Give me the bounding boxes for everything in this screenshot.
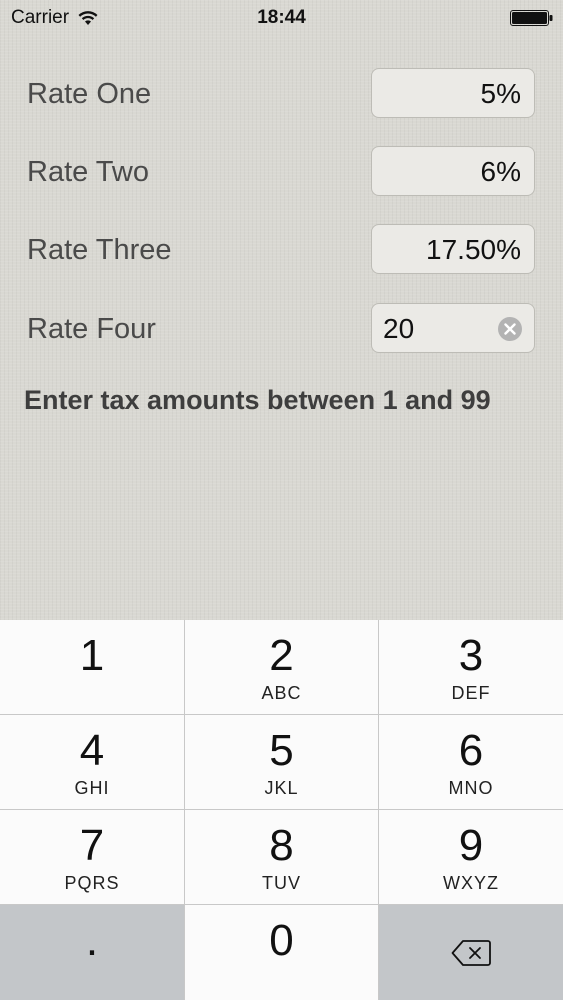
key-2-letters: ABC — [261, 683, 302, 703]
rate-two-field[interactable]: 6% — [371, 146, 535, 196]
clear-icon[interactable] — [498, 317, 522, 341]
key-0-digit: 0 — [269, 916, 294, 965]
rate-four-label: Rate Four — [27, 313, 156, 345]
numeric-keypad: 1 2 ABC 3 DEF 4 GHI 5 JKL 6 MNO 7 PQRS 8… — [0, 620, 563, 1000]
key-decimal-symbol: . — [85, 916, 99, 965]
key-9-letters: WXYZ — [443, 873, 499, 893]
status-time: 18:44 — [257, 7, 306, 28]
key-3-letters: DEF — [451, 683, 491, 703]
key-3[interactable]: 3 DEF — [379, 620, 563, 715]
key-2[interactable]: 2 ABC — [185, 620, 379, 715]
rate-row-two: Rate Two 6% — [0, 146, 563, 198]
key-5[interactable]: 5 JKL — [185, 715, 379, 810]
key-7-letters: PQRS — [64, 873, 120, 893]
key-8[interactable]: 8 TUV — [185, 810, 379, 905]
status-bar: Carrier 18:44 — [0, 0, 563, 38]
rate-row-one: Rate One 5% — [0, 68, 563, 120]
rate-one-field[interactable]: 5% — [371, 68, 535, 118]
key-delete[interactable] — [379, 905, 563, 1000]
rate-four-value: 20 — [383, 313, 415, 344]
key-5-digit: 5 — [269, 726, 294, 775]
key-9[interactable]: 9 WXYZ — [379, 810, 563, 905]
rate-three-label: Rate Three — [27, 234, 172, 266]
key-7-digit: 7 — [79, 821, 105, 870]
key-4[interactable]: 4 GHI — [0, 715, 185, 810]
hint-text: Enter tax amounts between 1 and 99 — [24, 385, 491, 415]
key-8-digit: 8 — [269, 821, 294, 870]
key-5-letters: JKL — [264, 778, 299, 798]
key-1-digit: 1 — [79, 631, 105, 680]
key-2-digit: 2 — [269, 631, 294, 680]
key-4-letters: GHI — [74, 778, 110, 798]
key-decimal[interactable]: . — [0, 905, 185, 1000]
rate-four-field[interactable]: 20 — [371, 303, 535, 353]
key-6[interactable]: 6 MNO — [379, 715, 563, 810]
key-4-digit: 4 — [79, 726, 105, 775]
key-8-letters: TUV — [262, 873, 301, 893]
key-3-digit: 3 — [458, 631, 484, 680]
rate-three-value: 17.50% — [426, 234, 521, 265]
battery-icon — [510, 10, 553, 26]
key-1[interactable]: 1 — [0, 620, 185, 715]
key-0[interactable]: 0 — [185, 905, 379, 1000]
rate-three-field[interactable]: 17.50% — [371, 224, 535, 274]
key-7[interactable]: 7 PQRS — [0, 810, 185, 905]
rate-row-four: Rate Four 20 — [0, 303, 563, 355]
rate-one-label: Rate One — [27, 78, 152, 110]
rate-one-value: 5% — [480, 78, 521, 109]
rate-two-label: Rate Two — [27, 156, 149, 188]
rate-two-value: 6% — [480, 156, 521, 187]
delete-icon — [451, 940, 491, 966]
key-6-digit: 6 — [458, 726, 484, 775]
rate-row-three: Rate Three 17.50% — [0, 224, 563, 276]
key-9-digit: 9 — [458, 821, 484, 870]
key-6-letters: MNO — [448, 778, 494, 798]
